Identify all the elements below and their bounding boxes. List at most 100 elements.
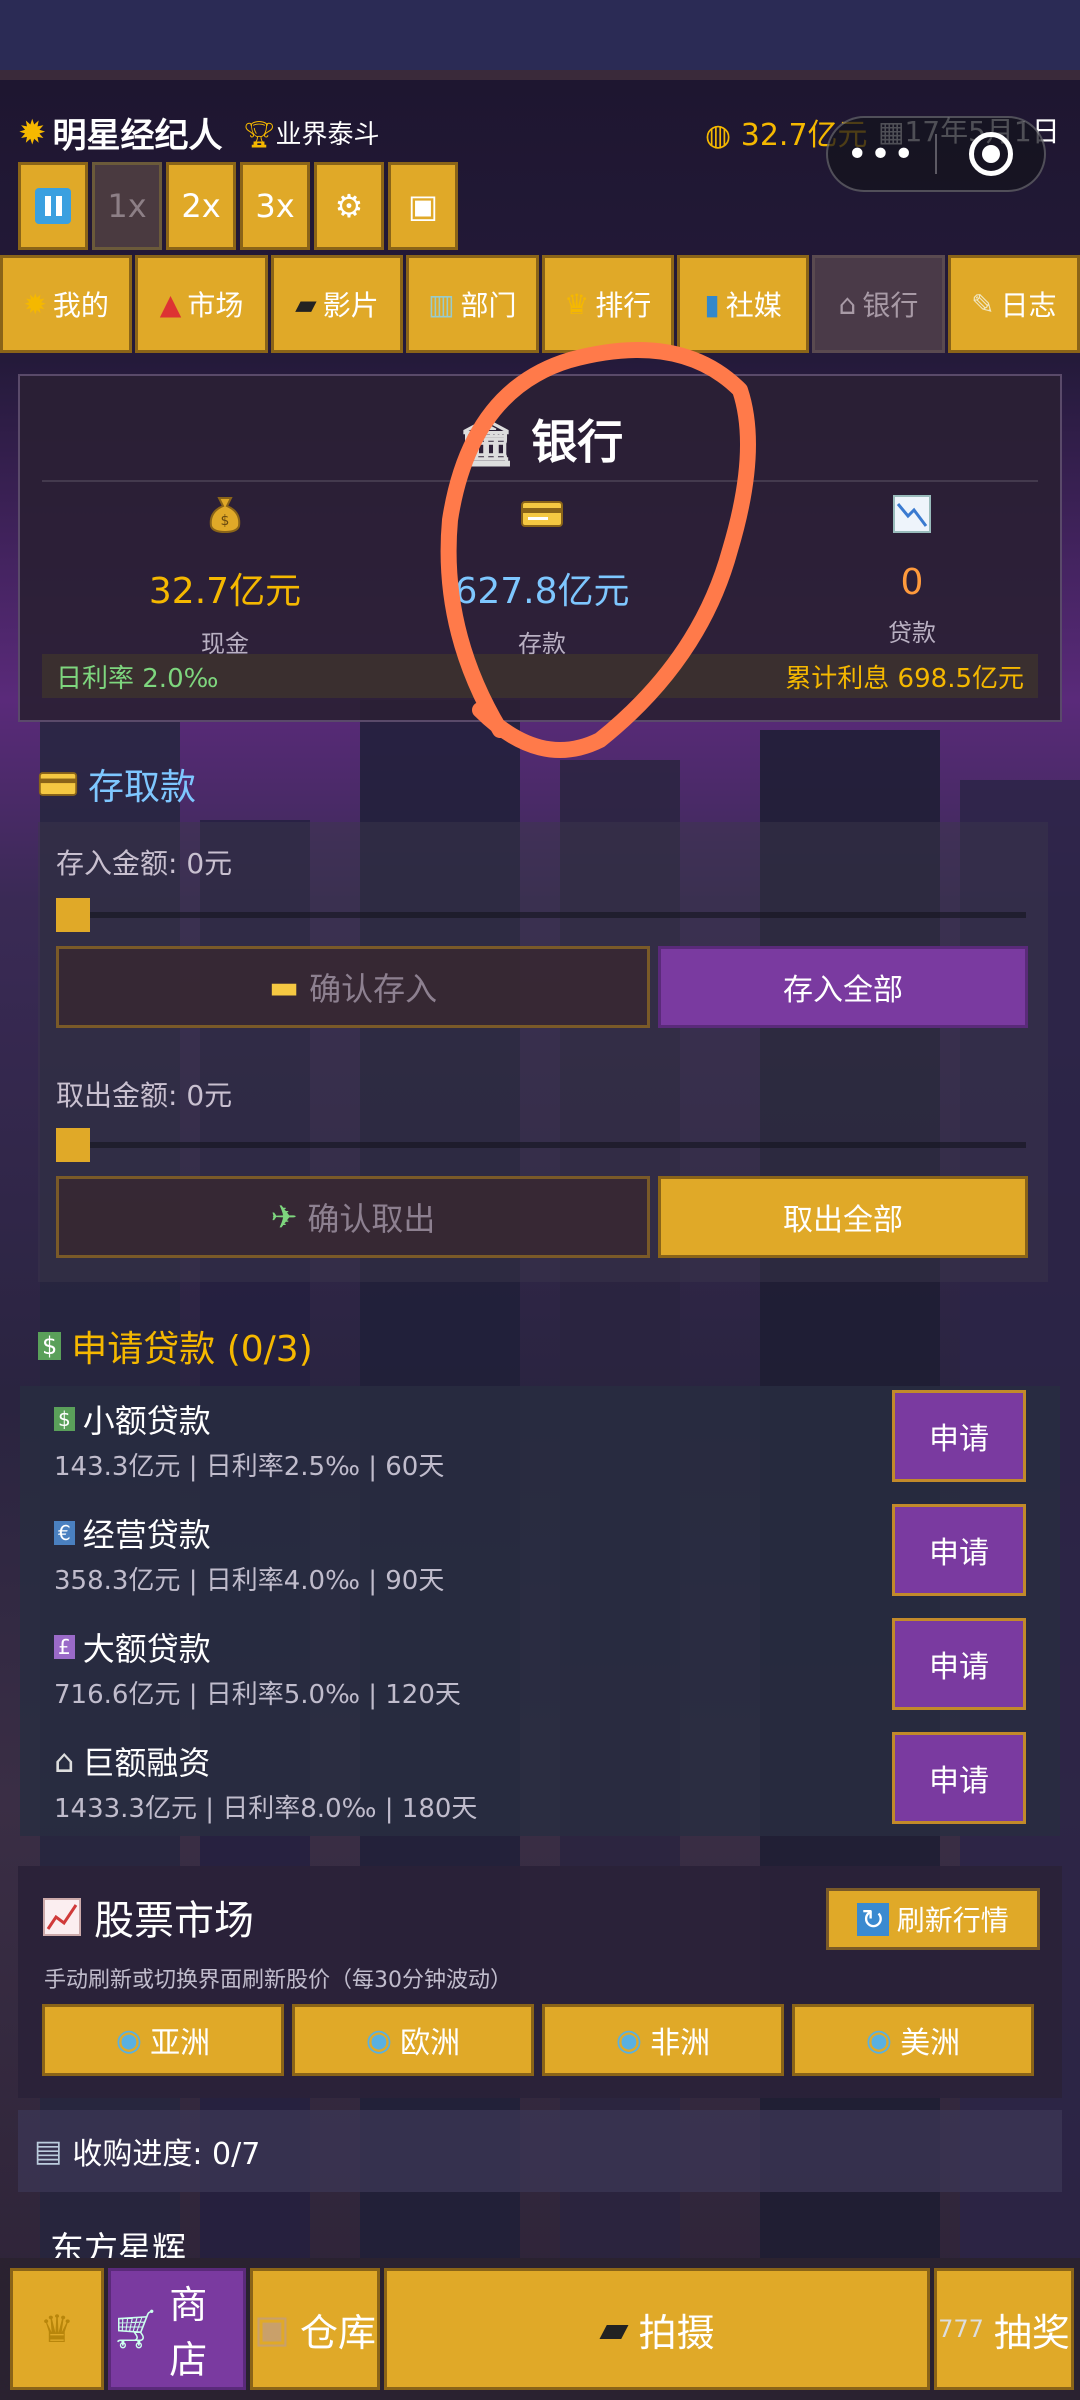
region-label: 亚洲 xyxy=(150,2026,211,2061)
trophy-icon: ♛ xyxy=(39,2307,75,2351)
confirm-withdraw-button[interactable]: ✈ 确认取出 xyxy=(56,1176,650,1258)
package-icon: ▣ xyxy=(254,2307,290,2351)
withdraw-all-button[interactable]: 取出全部 xyxy=(658,1176,1028,1258)
speed-controls: 1x 2x 3x ⚙ ▣ xyxy=(18,162,458,250)
total-interest: 累计利息 698.5亿元 xyxy=(785,663,1024,694)
region-tabs: ◉ 亚洲 ◉ 欧洲 ◉ 非洲 ◉ 美洲 xyxy=(42,2004,1034,2076)
loan-name-text: 经营贷款 xyxy=(82,1516,211,1554)
stock-market-title-text: 股票市场 xyxy=(94,1898,254,1944)
confirm-withdraw-label: 确认取出 xyxy=(307,1200,436,1238)
deposit-slider[interactable] xyxy=(56,898,1026,932)
tab-label: 部门 xyxy=(460,289,517,322)
shop-button[interactable]: 🛒︎ 商店 xyxy=(108,2268,246,2390)
loan-name: $ 小额贷款 xyxy=(54,1396,211,1442)
loan-meta: 1433.3亿元 | 日利率8.0‰ | 180天 xyxy=(54,1794,478,1824)
trophy-button[interactable]: ♛ xyxy=(10,2268,104,2390)
apply-loan-button[interactable]: 申请 xyxy=(892,1618,1026,1710)
globe-icon: ◉ xyxy=(115,2022,143,2058)
refresh-quotes-label: 刷新行情 xyxy=(896,1904,1009,1937)
main-nav: ✹ 我的 ▲ 市场 ▰ 影片 ▥ 部门 ♛ 排行 ▮ 社媒 ⌂ 银行 ✎ 日志 xyxy=(0,255,1080,353)
region-africa-button[interactable]: ◉ 非洲 xyxy=(542,2004,784,2076)
trophy-icon: 🏆︎ xyxy=(242,120,276,150)
tab-label: 市场 xyxy=(187,289,244,322)
tab-mine[interactable]: ✹ 我的 xyxy=(0,255,133,353)
money-bag-icon: ◍ xyxy=(705,118,732,153)
chart-increasing-icon xyxy=(43,1898,81,1936)
cash-stat: $ 32.7亿元 现金 xyxy=(75,492,375,659)
deposit-value: 627.8亿元 xyxy=(454,571,630,612)
rank-badge: 🏆︎业界泰斗 xyxy=(243,114,380,151)
pause-button[interactable] xyxy=(18,162,88,250)
clapper-icon: ▰ xyxy=(295,287,317,321)
dollar-bill-icon: $ xyxy=(54,1407,75,1431)
save-button[interactable]: ▣ xyxy=(388,162,458,250)
tab-departments[interactable]: ▥ 部门 xyxy=(406,255,539,353)
tab-market[interactable]: ▲ 市场 xyxy=(135,255,268,353)
slot-machine-icon: 777 xyxy=(938,2315,984,2343)
more-menu-icon[interactable]: ••• xyxy=(828,134,935,175)
shoot-label: 拍摄 xyxy=(638,2310,715,2355)
credit-card-icon xyxy=(392,492,692,542)
miniprogram-capsule: ••• xyxy=(826,116,1046,192)
withdraw-amount-label: 取出金额: 0元 xyxy=(56,1079,233,1112)
deposit-slider-handle[interactable] xyxy=(56,898,90,932)
tab-bank[interactable]: ⌂ 银行 xyxy=(812,255,945,353)
loan-label: 贷款 xyxy=(888,619,936,647)
bank-summary-panel: 🏛︎ 银行 $ 32.7亿元 现金 627.8亿元 存款 0 贷款 日利率 2.… xyxy=(18,374,1062,722)
sun-icon: ✹ xyxy=(18,112,47,153)
loan-name-text: 小额贷款 xyxy=(82,1402,211,1440)
svg-text:$: $ xyxy=(221,513,230,529)
apply-loan-button[interactable]: 申请 xyxy=(892,1732,1026,1824)
money-with-wings-icon: ✈ xyxy=(270,1198,298,1236)
loan-name-text: 大额贷款 xyxy=(82,1630,211,1668)
tab-social[interactable]: ▮ 社媒 xyxy=(676,255,810,353)
withdraw-slider-handle[interactable] xyxy=(56,1128,90,1162)
loan-stat: 0 贷款 xyxy=(762,492,1062,648)
bank-footer: 日利率 2.0‰ 累计利息 698.5亿元 xyxy=(42,654,1038,698)
rank-label: 业界泰斗 xyxy=(275,120,380,150)
apply-loan-button[interactable]: 申请 xyxy=(892,1504,1026,1596)
deposit-stat: 627.8亿元 存款 xyxy=(392,492,692,659)
clapper-icon: ▰ xyxy=(599,2307,629,2351)
loan-row: € 经营贷款 358.3亿元 | 日利率4.0‰ | 90天 申请 xyxy=(20,1500,1060,1612)
deposit-withdraw-title: 存取款 xyxy=(38,758,196,810)
tab-ranking[interactable]: ♛ 排行 xyxy=(541,255,674,353)
tab-films[interactable]: ▰ 影片 xyxy=(270,255,404,353)
shop-label: 商店 xyxy=(169,2283,208,2382)
loans-title-text: 申请贷款 (0/3) xyxy=(71,1329,313,1370)
confirm-deposit-label: 确认存入 xyxy=(309,970,438,1008)
money-bag-icon: $ xyxy=(75,492,375,542)
close-miniprogram-icon[interactable] xyxy=(937,132,1044,176)
deposit-all-button[interactable]: 存入全部 xyxy=(658,946,1028,1028)
withdraw-slider[interactable] xyxy=(56,1128,1026,1162)
tab-label: 影片 xyxy=(322,289,379,322)
game-header: ✹ 明星经纪人 🏆︎业界泰斗 ◍ 32.7亿元 ▦17年5月1日 ••• 1x … xyxy=(0,90,1080,255)
speed-2x-button[interactable]: 2x xyxy=(166,162,236,250)
trophy-icon: ♛ xyxy=(564,287,590,321)
region-asia-button[interactable]: ◉ 亚洲 xyxy=(42,2004,284,2076)
tab-label: 银行 xyxy=(862,289,919,322)
loan-row: £ 大额贷款 716.6亿元 | 日利率5.0‰ | 120天 申请 xyxy=(20,1614,1060,1726)
deposit-amount-label: 存入金额: 0元 xyxy=(56,847,233,880)
settings-button[interactable]: ⚙ xyxy=(314,162,384,250)
loan-meta: 716.6亿元 | 日利率5.0‰ | 120天 xyxy=(54,1680,461,1710)
loan-row: ⌂ 巨额融资 1433.3亿元 | 日利率8.0‰ | 180天 申请 xyxy=(20,1728,1060,1840)
storage-button[interactable]: ▣ 仓库 xyxy=(250,2268,380,2390)
apply-loan-button[interactable]: 申请 xyxy=(892,1390,1026,1482)
tab-log[interactable]: ✎ 日志 xyxy=(947,255,1080,353)
loan-name: £ 大额贷款 xyxy=(54,1624,211,1670)
tab-label: 社媒 xyxy=(725,289,782,322)
stock-market-panel: 股票市场 ↻ 刷新行情 手动刷新或切换界面刷新股价（每30分钟波动） ◉ 亚洲 ◉… xyxy=(18,1866,1062,2098)
lottery-button[interactable]: 777 抽奖 xyxy=(934,2268,1074,2390)
refresh-quotes-button[interactable]: ↻ 刷新行情 xyxy=(826,1888,1040,1950)
region-americas-button[interactable]: ◉ 美洲 xyxy=(792,2004,1034,2076)
confirm-deposit-button[interactable]: ▬ 确认存入 xyxy=(56,946,650,1028)
loan-value: 0 xyxy=(900,562,924,603)
bank-icon: 🏛︎ xyxy=(456,415,516,469)
loans-panel: $ 小额贷款 143.3亿元 | 日利率2.5‰ | 60天 申请 € 经营贷款 3… xyxy=(20,1386,1060,1836)
region-europe-button[interactable]: ◉ 欧洲 xyxy=(292,2004,534,2076)
shoot-button[interactable]: ▰ 拍摄 xyxy=(384,2268,930,2390)
speed-3x-button[interactable]: 3x xyxy=(240,162,310,250)
circus-tent-icon: ▲ xyxy=(159,287,182,321)
speed-1x-button[interactable]: 1x xyxy=(92,162,162,250)
